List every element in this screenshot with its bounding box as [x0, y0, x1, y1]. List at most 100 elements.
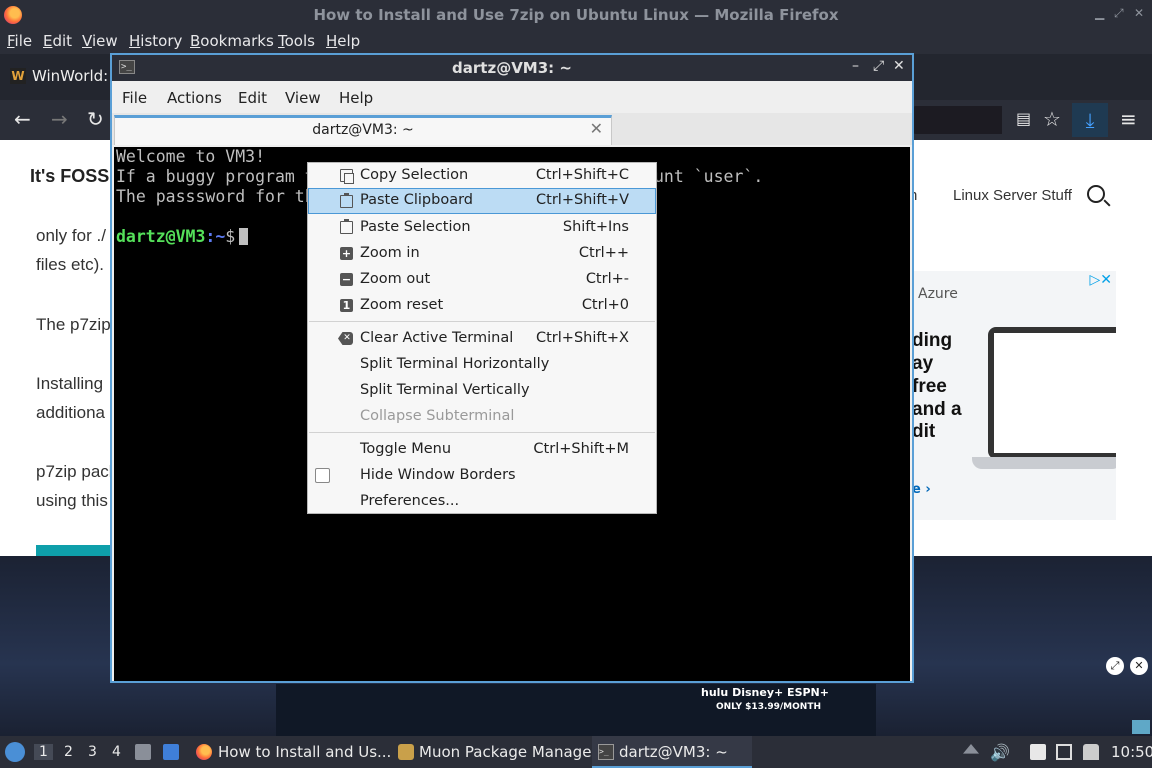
- menu-item-label: Toggle Menu: [360, 441, 452, 457]
- network-icon[interactable]: [1056, 744, 1072, 760]
- menu-history[interactable]: History: [129, 32, 182, 50]
- ad-laptop-base: [972, 457, 1116, 469]
- menu-help[interactable]: Help: [326, 32, 360, 50]
- ad-text: free: [912, 376, 947, 397]
- term-menu-help[interactable]: Help: [339, 89, 373, 107]
- streaming-banner-ad[interactable]: hulu Disney+ ESPN+ ONLY $13.99/MONTH: [276, 684, 876, 736]
- winworld-favicon-icon: W: [10, 68, 26, 84]
- zoom-reset-icon: 1: [340, 299, 353, 312]
- window-title: How to Install and Use 7zip on Ubuntu Li…: [313, 6, 839, 24]
- search-icon[interactable]: [1087, 185, 1105, 203]
- reader-view-icon[interactable]: ▤: [1016, 108, 1031, 130]
- downloads-icon[interactable]: ⤓: [1072, 103, 1108, 137]
- site-logo[interactable]: It's FOSS: [30, 166, 109, 187]
- minimize-icon[interactable]: –: [852, 58, 859, 74]
- menu-item-preferences[interactable]: Preferences...: [308, 489, 656, 515]
- menu-edit[interactable]: Edit: [43, 32, 72, 50]
- menu-item-zoom-out[interactable]: − Zoom out Ctrl+-: [308, 267, 656, 293]
- forward-icon[interactable]: →: [51, 108, 68, 130]
- menu-item-label: Hide Window Borders: [360, 467, 516, 483]
- workspace-3[interactable]: 3: [88, 744, 97, 760]
- task-firefox[interactable]: How to Install and Us...: [190, 736, 391, 768]
- menu-item-paste-selection[interactable]: Paste Selection Shift+Ins: [308, 215, 656, 241]
- menu-item-zoom-in[interactable]: + Zoom in Ctrl++: [308, 241, 656, 267]
- menu-item-label: Split Terminal Horizontally: [360, 356, 550, 372]
- menu-bookmarks[interactable]: Bookmarks: [190, 32, 274, 50]
- show-desktop-icon[interactable]: [163, 744, 179, 760]
- menu-file[interactable]: File: [7, 32, 32, 50]
- term-menu-view[interactable]: View: [285, 89, 321, 107]
- ad-laptop-image: [988, 327, 1116, 459]
- menu-item-split-horizontal[interactable]: Split Terminal Horizontally: [308, 352, 656, 378]
- battery-icon[interactable]: [1083, 744, 1099, 760]
- browser-tab[interactable]: W WinWorld: M: [0, 60, 126, 94]
- article-text: using this: [36, 491, 108, 510]
- menu-item-toggle-menu[interactable]: Toggle Menu Ctrl+Shift+M: [308, 437, 656, 463]
- site-nav-linux-server[interactable]: Linux Server Stuff: [953, 187, 1072, 204]
- menu-item-zoom-reset[interactable]: 1 Zoom reset Ctrl+0: [308, 293, 656, 319]
- menu-item-shortcut: Shift+Ins: [562, 219, 629, 235]
- clipboard-icon[interactable]: [1030, 744, 1046, 760]
- hamburger-menu-icon[interactable]: ≡: [1120, 108, 1137, 130]
- ad-info-icon[interactable]: ⤢: [1106, 657, 1124, 675]
- maximize-icon[interactable]: ⤢: [873, 58, 884, 74]
- terminal-prompt[interactable]: dartz@VM3:~$: [116, 227, 249, 246]
- menu-item-label: Copy Selection: [360, 167, 469, 183]
- menu-view[interactable]: View: [82, 32, 118, 50]
- terminal-titlebar[interactable]: >_ dartz@VM3: ~ – ⤢ ✕: [112, 55, 912, 81]
- checkbox-icon[interactable]: [315, 468, 330, 483]
- menu-item-label: Preferences...: [360, 493, 460, 509]
- menu-separator: [309, 321, 655, 322]
- term-menu-file[interactable]: File: [122, 89, 147, 107]
- menu-item-copy-selection[interactable]: Copy Selection Ctrl+Shift+C: [308, 163, 656, 189]
- article-button[interactable]: [36, 545, 116, 556]
- url-bar[interactable]: [912, 106, 1002, 134]
- updates-icon[interactable]: [963, 744, 979, 754]
- advertisement[interactable]: ▷✕ Azure ding ay free and a dit e ›: [912, 271, 1116, 520]
- package-icon: [398, 744, 414, 760]
- ad-badge-icon: [1132, 720, 1150, 734]
- article-text: files etc).: [36, 255, 105, 274]
- back-icon[interactable]: ←: [14, 108, 31, 130]
- volume-icon[interactable]: 🔊: [990, 743, 1010, 762]
- task-muon[interactable]: Muon Package Manager: [390, 736, 598, 768]
- term-menu-edit[interactable]: Edit: [238, 89, 267, 107]
- workspace-2[interactable]: 2: [64, 744, 73, 760]
- menu-tools[interactable]: Tools: [278, 32, 315, 50]
- minimize-icon[interactable]: ▁: [1095, 6, 1104, 20]
- zoom-in-icon: +: [340, 247, 353, 260]
- task-terminal[interactable]: >_ dartz@VM3: ~: [592, 736, 752, 768]
- file-manager-icon[interactable]: [135, 744, 151, 760]
- terminal-icon: >_: [598, 744, 614, 760]
- terminal-tabbar: dartz@VM3: ~ ✕: [112, 113, 912, 145]
- menu-item-hide-window-borders[interactable]: Hide Window Borders: [308, 463, 656, 489]
- reload-icon[interactable]: ↻: [87, 108, 104, 130]
- tab-close-icon[interactable]: ✕: [590, 119, 603, 138]
- ad-close-icon[interactable]: ▷✕: [1090, 272, 1113, 288]
- clock[interactable]: 10:50: [1111, 743, 1152, 761]
- workspace-1[interactable]: 1: [34, 744, 53, 760]
- menu-item-label: Zoom out: [360, 271, 431, 287]
- close-icon[interactable]: ✕: [1134, 6, 1144, 20]
- menu-item-paste-clipboard[interactable]: Paste Clipboard Ctrl+Shift+V: [308, 188, 656, 214]
- article-text: p7zip pack: [36, 462, 118, 481]
- menu-item-clear-terminal[interactable]: ✕ Clear Active Terminal Ctrl+Shift+X: [308, 326, 656, 352]
- terminal-tab[interactable]: dartz@VM3: ~ ✕: [114, 115, 612, 145]
- ad-dismiss-icon[interactable]: ✕: [1130, 657, 1148, 675]
- close-icon[interactable]: ✕: [893, 58, 905, 74]
- menu-item-split-vertical[interactable]: Split Terminal Vertically: [308, 378, 656, 404]
- task-label: dartz@VM3: ~: [619, 743, 728, 761]
- context-menu: Copy Selection Ctrl+Shift+C Paste Clipbo…: [307, 162, 657, 514]
- prompt-path: ~: [215, 227, 226, 246]
- start-menu-icon[interactable]: [5, 742, 25, 762]
- terminal-title: dartz@VM3: ~: [452, 59, 572, 77]
- menu-item-shortcut: Ctrl+Shift+C: [535, 167, 629, 183]
- bookmark-star-icon[interactable]: ☆: [1043, 108, 1061, 130]
- menu-item-collapse-subterminal: Collapse Subterminal: [308, 404, 656, 430]
- workspace-4[interactable]: 4: [112, 744, 121, 760]
- zoom-out-icon: −: [340, 273, 353, 286]
- ad-learn-more-link[interactable]: e ›: [912, 482, 931, 497]
- term-menu-actions[interactable]: Actions: [167, 89, 222, 107]
- menu-item-shortcut: Ctrl+Shift+X: [536, 330, 629, 346]
- maximize-icon[interactable]: ⤢: [1114, 6, 1124, 21]
